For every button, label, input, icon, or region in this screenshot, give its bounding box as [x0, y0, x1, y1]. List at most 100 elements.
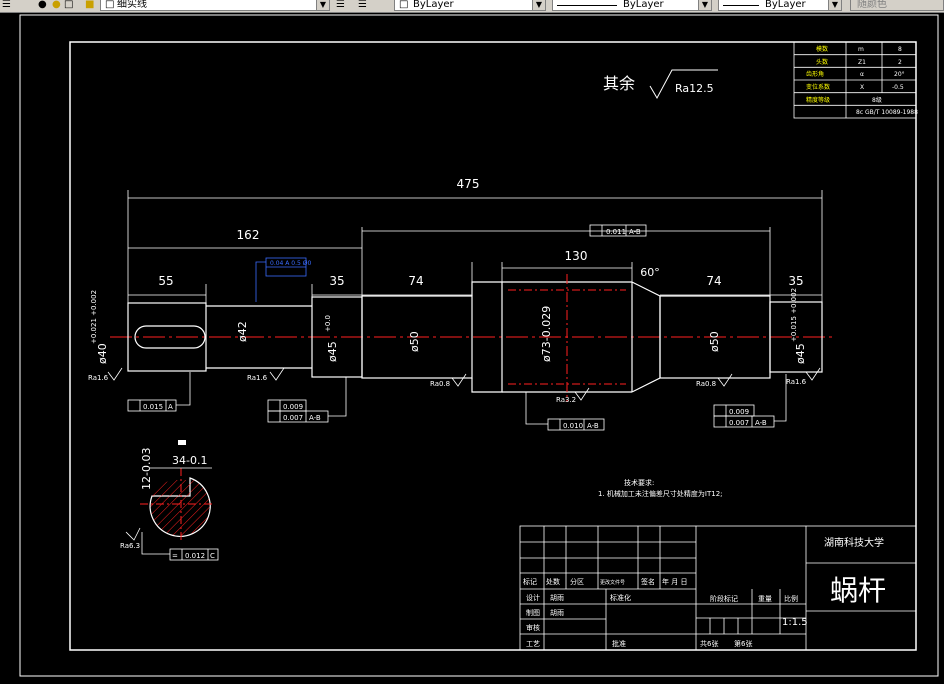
lock-icon[interactable]: □	[64, 0, 73, 12]
chevron-down-icon[interactable]: ▼	[828, 0, 841, 10]
roughness-label: Ra1.6	[786, 378, 807, 386]
plotstyle-combo-value: 随颜色	[857, 0, 887, 10]
layer-name: 细实线	[117, 0, 147, 10]
tol-section: 0.012	[185, 552, 205, 560]
chevron-down-icon[interactable]: ▼	[316, 0, 329, 10]
lineweight-combo[interactable]: ByLayer ▼	[718, 0, 842, 11]
drawing-canvas[interactable]: 模数 m 8 头数 Z1 2 齿形角 α 20° 变位系数 X -0.5 精度等…	[0, 12, 944, 680]
dim-phi45a: ø45	[326, 341, 339, 362]
dim-phi40-tol: +0.021 +0.002	[90, 290, 98, 344]
roughness-label: Ra1.6	[88, 374, 109, 382]
tol-center: 0.010	[563, 422, 583, 430]
lineweight-combo-value: ByLayer	[765, 0, 806, 10]
chevron-down-icon[interactable]: ▼	[532, 0, 545, 10]
roughness-label: Ra1.6	[247, 374, 268, 382]
rev-header: 分区	[570, 577, 584, 586]
surface-note: 其余 Ra12.5	[603, 69, 718, 100]
design-name: 胡雨	[550, 593, 564, 602]
tol-top-ref: A-B	[629, 228, 641, 236]
tol-center-ref: A-B	[587, 422, 599, 430]
color-combo-value: ByLayer	[413, 0, 454, 10]
layers-icon[interactable]: ☰	[2, 0, 11, 12]
dim-phi42: ø42	[236, 321, 249, 342]
param-cell: 齿形角	[806, 70, 824, 78]
param-cell: X	[860, 84, 864, 91]
rev-header: 更改文件号	[600, 579, 625, 586]
dimension-values: 475 162 55 35 74 130 60° 74 35	[158, 177, 803, 288]
param-cell: α	[860, 71, 864, 78]
tol-right-b: 0.007	[729, 419, 749, 427]
dim-74b: 74	[706, 274, 721, 288]
dim-phi40: ø40	[96, 343, 109, 364]
tolerance-frames	[127, 224, 787, 431]
dim-phi50b: ø50	[708, 331, 721, 352]
param-cell: 2	[898, 59, 902, 66]
roughness-label: Ra0.8	[430, 380, 450, 388]
tol-mid-ref: A-B	[309, 414, 321, 422]
design-label: 设计	[526, 593, 540, 602]
sheets-total: 共6张	[700, 639, 718, 648]
chevron-down-icon[interactable]: ▼	[698, 0, 711, 10]
draw-label: 制图	[526, 608, 540, 617]
draw-name: 胡雨	[550, 608, 564, 617]
layer-state-icon[interactable]: ☰	[336, 0, 345, 12]
linetype-combo-value: ByLayer	[623, 0, 664, 10]
scale-label: 比例	[784, 594, 798, 603]
section-key-depth: 34-0.1	[172, 454, 207, 467]
dim-phi73: ø73-0.029	[540, 306, 553, 362]
rev-header: 处数	[546, 577, 560, 586]
section-key-width: 12-0.03	[140, 448, 153, 490]
layer-combo[interactable]: □ 细实线 ▼	[100, 0, 330, 11]
tol-section-ref: C	[210, 552, 215, 560]
rev-header: 标记	[523, 577, 537, 586]
tech-requirements: 技术要求: 1. 机械加工未注偏差尺寸处精度为IT12;	[598, 478, 723, 498]
blue-annotation: 0.04 A 0.5 Ø0	[255, 257, 311, 302]
tol-left: 0.015	[143, 403, 163, 411]
approve-label: 批准	[612, 639, 626, 648]
tol-mid-b: 0.007	[283, 414, 303, 422]
param-cell: 模数	[816, 45, 828, 53]
rev-header: 签名	[641, 577, 655, 586]
layer-prev-icon[interactable]: ☰	[358, 0, 367, 12]
linetype-combo[interactable]: ByLayer ▼	[552, 0, 712, 11]
surface-note-value: Ra12.5	[675, 82, 714, 95]
section-view: 34-0.1 12-0.03 Ra6.3 = 0.012 C	[120, 440, 219, 561]
school-name: 湖南科技大学	[824, 536, 884, 549]
stage-label: 阶段标记	[710, 594, 738, 603]
tol-top-runout: 0.011	[606, 228, 626, 236]
cad-drawing[interactable]: 模数 m 8 头数 Z1 2 齿形角 α 20° 变位系数 X -0.5 精度等…	[0, 12, 944, 680]
dim-475: 475	[457, 177, 480, 191]
color-swatch-icon[interactable]: ■	[85, 0, 94, 12]
process-label: 工艺	[526, 640, 540, 648]
plotstyle-combo: 随颜色	[850, 0, 944, 11]
blue-annotation-text: 0.04 A 0.5 Ø0	[270, 260, 311, 267]
roughness-label: Ra6.3	[120, 542, 140, 550]
param-cell: 8c GB/T 10089-1988	[856, 109, 918, 116]
tol-right-ref: A-B	[755, 419, 767, 427]
param-cell: m	[858, 46, 864, 53]
param-table	[793, 41, 917, 119]
std-label: 标准化	[610, 593, 631, 602]
param-cell: -0.5	[892, 84, 904, 91]
color-combo[interactable]: □ ByLayer ▼	[394, 0, 546, 11]
surface-note-prefix: 其余	[603, 74, 635, 93]
dim-60-angle: 60°	[640, 266, 660, 279]
dim-phi50a: ø50	[408, 331, 421, 352]
bulb-icon[interactable]: ●	[38, 0, 47, 12]
tol-left-ref: A	[168, 403, 173, 411]
dim-162: 162	[237, 228, 260, 242]
check-label: 审核	[526, 623, 540, 632]
param-cell: 20°	[894, 71, 905, 78]
sheet-no: 第6张	[734, 639, 752, 648]
sun-icon[interactable]: ●	[52, 0, 61, 12]
roughness-label: Ra0.8	[696, 380, 716, 388]
dim-74a: 74	[408, 274, 423, 288]
rev-header: 年 月 日	[662, 577, 687, 586]
dim-55: 55	[158, 274, 173, 288]
param-cell: 8	[898, 46, 902, 53]
dim-phi45b-tol: +0.015 +0.002	[790, 288, 798, 342]
dim-130: 130	[565, 249, 588, 263]
svg-text:=: =	[172, 552, 178, 560]
dim-phi45b: ø45	[794, 343, 807, 364]
part-name: 蜗杆	[830, 574, 886, 607]
